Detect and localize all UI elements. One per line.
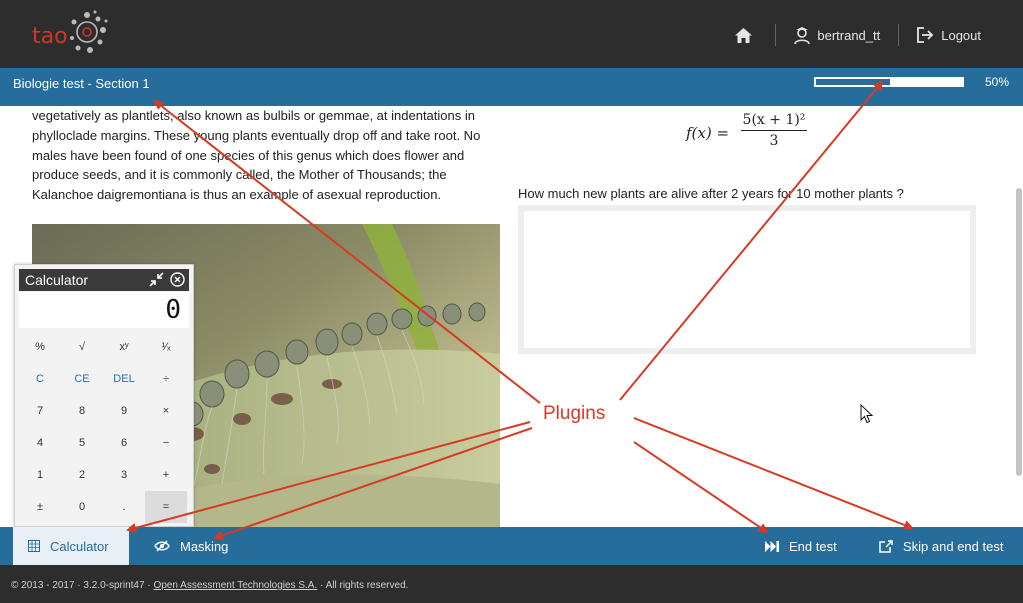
fast-forward-icon — [765, 540, 779, 552]
logout-label: Logout — [941, 27, 981, 43]
calc-key-1[interactable]: 1 — [19, 459, 61, 491]
calc-key-add[interactable]: + — [145, 459, 187, 491]
username: bertrand_tt — [817, 27, 881, 43]
calc-key-reciprocal[interactable]: ¹⁄ₓ — [145, 331, 187, 363]
calc-key-9[interactable]: 9 — [103, 395, 145, 427]
logout-button[interactable]: Logout — [899, 22, 999, 48]
compress-icon[interactable] — [149, 272, 164, 287]
calc-key-2[interactable]: 2 — [61, 459, 103, 491]
calc-key-7[interactable]: 7 — [19, 395, 61, 427]
skip-end-test-button[interactable]: Skip and end test — [879, 527, 1003, 565]
calc-key-multiply[interactable]: × — [145, 395, 187, 427]
calculator-display: 0 — [19, 292, 189, 328]
top-header: tao bertrand_tt Logout — [0, 0, 1023, 68]
calculator-panel[interactable]: Calculator 0 % √ xʸ ¹⁄ₓ C CE DEL ÷ 7 8 9 × 4 5 6− 1 2 3 + ±… — [14, 264, 194, 527]
logo-dots-icon — [70, 10, 108, 53]
formula: f(x) = 5(x + 1)² 3 — [686, 112, 816, 156]
test-title-bar: Biologie test - Section 1 — [0, 68, 1023, 106]
plugin-toolbar: Calculator Masking End test Skip and end… — [0, 527, 1023, 565]
masking-button-label: Masking — [180, 538, 229, 554]
calc-key-5[interactable]: 5 — [61, 427, 103, 459]
calculator-button[interactable]: Calculator — [13, 527, 129, 565]
formula-fraction: 5(x + 1)² 3 — [741, 112, 807, 149]
question-prompt: How much new plants are alive after 2 ye… — [518, 186, 904, 201]
calc-key-6[interactable]: 6 — [103, 427, 145, 459]
calculator-titlebar[interactable]: Calculator — [19, 269, 189, 291]
end-test-button[interactable]: End test — [765, 527, 837, 565]
calc-key-decimal[interactable]: . — [103, 491, 145, 523]
calculator-icon — [28, 540, 40, 552]
calc-key-percent[interactable]: % — [19, 331, 61, 363]
scrollbar[interactable] — [1016, 188, 1022, 476]
footer: © 2013 - 2017 · 3.2.0-sprint47 · Open As… — [0, 565, 1023, 603]
calculator-title: Calculator — [25, 272, 89, 288]
progress-fill — [816, 79, 890, 85]
formula-denominator: 3 — [769, 133, 779, 149]
footer-company-link[interactable]: Open Assessment Technologies S.A. — [153, 580, 317, 591]
calc-key-sqrt[interactable]: √ — [61, 331, 103, 363]
progress-bar — [814, 77, 964, 87]
eye-slash-icon — [154, 540, 170, 552]
end-test-label: End test — [789, 538, 837, 554]
section-title: Biologie test - Section 1 — [13, 76, 150, 91]
footer-prefix: © 2013 - 2017 · 3.2.0-sprint47 · — [11, 580, 154, 591]
progress-label: 50% — [985, 75, 1010, 89]
calc-key-0[interactable]: 0 — [61, 491, 103, 523]
calc-key-negate[interactable]: ± — [19, 491, 61, 523]
calc-key-4[interactable]: 4 — [19, 427, 61, 459]
calc-key-equals[interactable]: = — [145, 491, 187, 523]
home-icon — [735, 27, 753, 43]
user-icon — [794, 26, 811, 44]
calc-key-3[interactable]: 3 — [103, 459, 145, 491]
calc-key-power[interactable]: xʸ — [103, 331, 145, 363]
tao-logo[interactable]: tao — [32, 10, 112, 58]
home-button[interactable] — [717, 22, 775, 48]
plugins-annotation-label: Plugins — [541, 403, 608, 425]
calc-key-subtract[interactable]: − — [145, 427, 187, 459]
footer-suffix: · All rights reserved. — [317, 580, 409, 591]
calculator-button-label: Calculator — [50, 538, 109, 554]
calc-key-clear[interactable]: C — [19, 363, 61, 395]
calc-key-8[interactable]: 8 — [61, 395, 103, 427]
external-link-icon — [879, 539, 893, 553]
passage-text: vegetatively as plantlets, also known as… — [32, 108, 481, 203]
user-bar: bertrand_tt Logout — [717, 22, 999, 48]
calc-key-delete[interactable]: DEL — [103, 363, 145, 395]
close-icon[interactable] — [170, 272, 185, 287]
calculator-keypad: % √ xʸ ¹⁄ₓ C CE DEL ÷ 7 8 9 × 4 5 6− 1 2 3 + ±0. = — [19, 331, 189, 523]
mouse-cursor-icon — [860, 404, 874, 424]
calc-key-divide[interactable]: ÷ — [145, 363, 187, 395]
calc-key-clear-entry[interactable]: CE — [61, 363, 103, 395]
logout-icon — [917, 27, 934, 43]
skip-end-test-label: Skip and end test — [903, 538, 1004, 554]
masking-button[interactable]: Masking — [154, 527, 228, 565]
user-menu[interactable]: bertrand_tt — [776, 22, 898, 48]
formula-lhs: f(x) = — [686, 124, 730, 142]
formula-numerator: 5(x + 1)² — [741, 112, 807, 131]
answer-textarea[interactable] — [518, 205, 976, 354]
